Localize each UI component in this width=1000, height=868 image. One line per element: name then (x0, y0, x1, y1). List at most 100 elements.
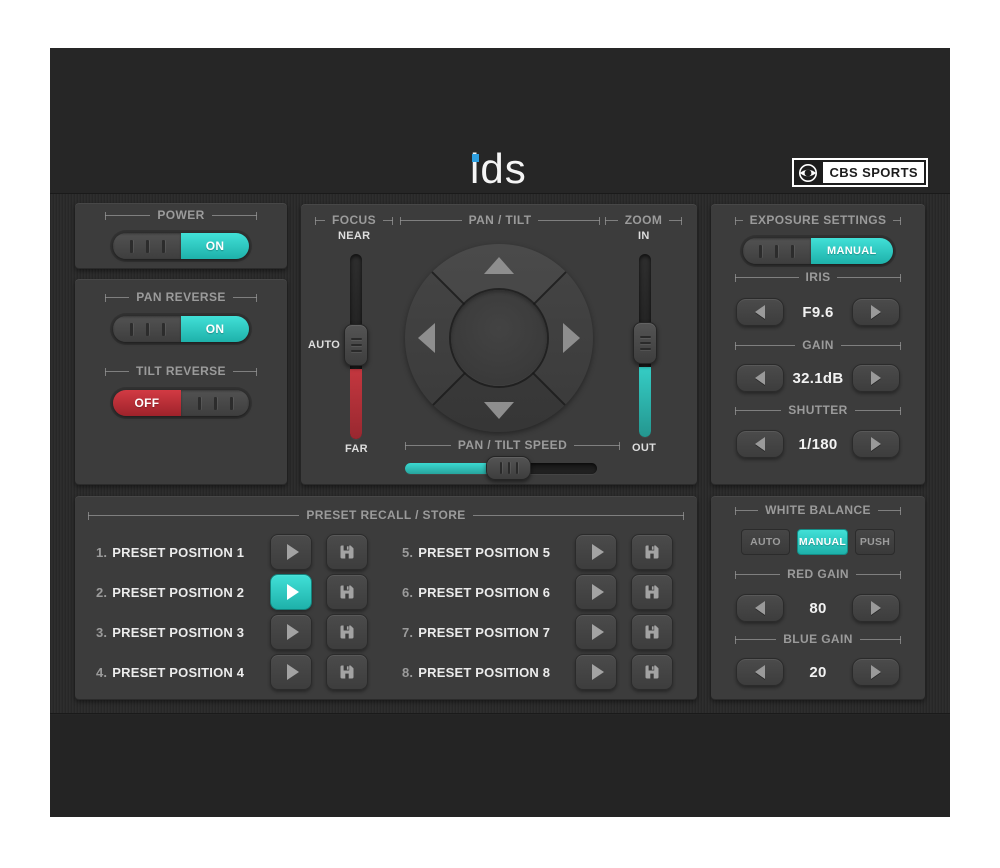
label-line (878, 510, 901, 511)
blue-gain-value: 20 (784, 664, 852, 681)
save-icon (644, 584, 660, 600)
zoom-in-label: IN (638, 230, 650, 242)
pan-reverse-toggle[interactable]: ON (113, 316, 249, 342)
preset-store-button[interactable] (631, 654, 673, 690)
arrow-right-icon (871, 665, 881, 679)
preset-store-button[interactable] (631, 614, 673, 650)
label-line (233, 297, 257, 298)
preset-recall-button[interactable] (575, 614, 617, 650)
preset-row: 4.PRESET POSITION 4 (96, 654, 368, 690)
label-line (860, 639, 901, 640)
arrow-right-icon (871, 437, 881, 451)
wb-mode-push-button[interactable]: PUSH (855, 529, 895, 555)
label-line (315, 220, 325, 221)
preset-label: 6.PRESET POSITION 6 (402, 585, 575, 600)
dpad-center (451, 290, 547, 386)
control-surface: POWER ON PAN REVERSE ON TILT REVERSE (50, 193, 950, 714)
label-line (538, 220, 600, 221)
speed-section-title: PAN / TILT SPEED (405, 438, 620, 452)
preset-store-button[interactable] (326, 574, 368, 610)
wb-section-title: WHITE BALANCE (711, 503, 925, 517)
red-gain-increase-button[interactable] (852, 594, 900, 622)
iris-decrease-button[interactable] (736, 298, 784, 326)
preset-number: 4. (96, 665, 107, 680)
cbs-sports-label: CBS SPORTS (823, 162, 924, 183)
arrow-left-icon (755, 665, 765, 679)
preset-store-button[interactable] (631, 534, 673, 570)
save-icon (339, 584, 355, 600)
shutter-section-title: SHUTTER (711, 403, 925, 417)
iris-increase-button[interactable] (852, 298, 900, 326)
iris-value: F9.6 (784, 304, 852, 321)
shutter-increase-button[interactable] (852, 430, 900, 458)
red-gain-value: 80 (784, 600, 852, 617)
preset-recall-button[interactable] (270, 654, 312, 690)
iris-control-row: F9.6 (736, 298, 900, 326)
label-line (735, 574, 780, 575)
power-toggle[interactable]: ON (113, 233, 249, 259)
zoom-fill (639, 367, 651, 437)
preset-label: 3.PRESET POSITION 3 (96, 625, 270, 640)
focus-knob[interactable] (344, 324, 368, 366)
arrow-right-icon (871, 371, 881, 385)
preset-number: 5. (402, 545, 413, 560)
gain-decrease-button[interactable] (736, 364, 784, 392)
preset-recall-button[interactable] (270, 574, 312, 610)
red-gain-decrease-button[interactable] (736, 594, 784, 622)
presets-section-title: PRESET RECALL / STORE (75, 508, 697, 522)
preset-recall-button[interactable] (270, 534, 312, 570)
preset-label: 2.PRESET POSITION 2 (96, 585, 270, 600)
preset-row: 7.PRESET POSITION 7 (402, 614, 673, 650)
gain-value: 32.1dB (784, 370, 852, 387)
speed-knob[interactable] (486, 456, 531, 480)
exposure-mode-toggle[interactable]: MANUAL (743, 238, 893, 264)
shutter-decrease-button[interactable] (736, 430, 784, 458)
label-line (837, 277, 901, 278)
camera-control-window: ids CBS SPORTS POWER O (50, 48, 950, 817)
preset-recall-button[interactable] (575, 654, 617, 690)
wb-mode-auto-button[interactable]: AUTO (741, 529, 790, 555)
preset-recall-button[interactable] (270, 614, 312, 650)
blue-gain-decrease-button[interactable] (736, 658, 784, 686)
play-icon (287, 584, 299, 600)
preset-label: 8.PRESET POSITION 8 (402, 665, 575, 680)
exposure-mode-label: MANUAL (811, 238, 894, 264)
near-label: NEAR (338, 230, 370, 242)
preset-number: 6. (402, 585, 413, 600)
tilt-reverse-toggle[interactable]: OFF (113, 390, 249, 416)
preset-row: 5.PRESET POSITION 5 (402, 534, 673, 570)
preset-label: 7.PRESET POSITION 7 (402, 625, 575, 640)
arrow-left-icon (755, 305, 765, 319)
preset-store-button[interactable] (631, 574, 673, 610)
preset-row: 8.PRESET POSITION 8 (402, 654, 673, 690)
toggle-grooves (113, 233, 181, 259)
zoom-knob[interactable] (633, 322, 657, 364)
preset-store-button[interactable] (326, 614, 368, 650)
preset-number: 8. (402, 665, 413, 680)
far-label: FAR (345, 443, 368, 455)
gain-increase-button[interactable] (852, 364, 900, 392)
label-line (105, 215, 150, 216)
label-line (405, 445, 451, 446)
preset-store-button[interactable] (326, 534, 368, 570)
preset-label: 4.PRESET POSITION 4 (96, 665, 270, 680)
play-icon (592, 584, 604, 600)
label-line (88, 515, 299, 516)
power-state-label: ON (181, 233, 249, 259)
preset-recall-button[interactable] (575, 574, 617, 610)
cbs-sports-logo: CBS SPORTS (792, 158, 928, 187)
label-line (212, 215, 257, 216)
footer (50, 715, 950, 817)
exposure-panel: EXPOSURE SETTINGS MANUAL IRIS F9.6 GAIN (711, 204, 925, 485)
wb-mode-manual-button[interactable]: MANUAL (797, 529, 848, 555)
play-icon (287, 664, 299, 680)
brand-logo: ids (470, 148, 527, 190)
preset-label: 1.PRESET POSITION 1 (96, 545, 270, 560)
speed-fill (405, 463, 489, 474)
preset-recall-button[interactable] (575, 534, 617, 570)
reverse-panel: PAN REVERSE ON TILT REVERSE OFF (75, 279, 287, 485)
ptz-panel: FOCUS PAN / TILT ZOOM NEAR AUTO (301, 204, 697, 485)
gain-control-row: 32.1dB (736, 364, 900, 392)
preset-store-button[interactable] (326, 654, 368, 690)
blue-gain-increase-button[interactable] (852, 658, 900, 686)
